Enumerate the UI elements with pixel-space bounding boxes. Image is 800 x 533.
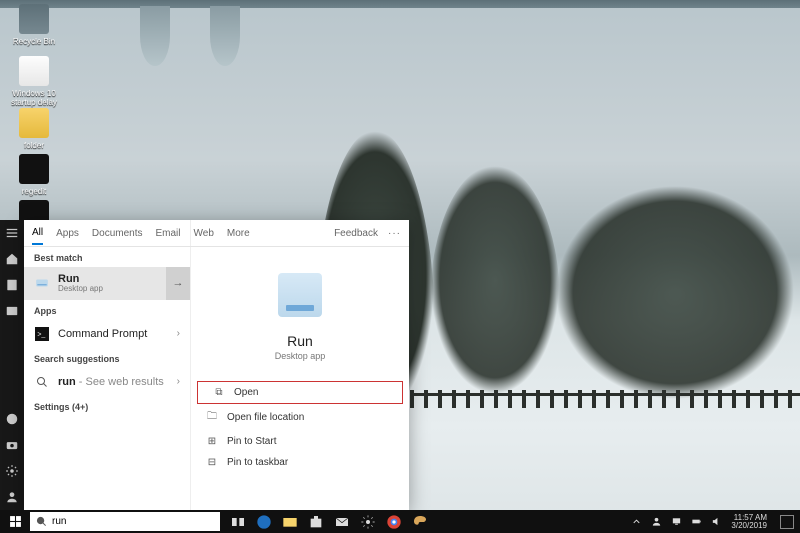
action-pin-to-taskbar[interactable]: ⊟ Pin to taskbar (191, 452, 409, 473)
taskbar-clock[interactable]: 11:57 AM 3/20/2019 (731, 514, 767, 530)
xbox-icon[interactable] (5, 412, 19, 426)
taskbar-pinned-apps (220, 514, 438, 530)
wallpaper-tree (555, 185, 795, 400)
file-icon (19, 56, 49, 86)
taskbar: 11:57 AM 3/20/2019 (0, 510, 800, 533)
suggestion-term: run (58, 376, 76, 388)
wallpaper-ice (0, 0, 800, 70)
battery-icon[interactable] (691, 516, 702, 527)
pin-icon: ⊟ (205, 457, 219, 468)
action-label: Pin to Start (227, 436, 276, 447)
terminal-icon: >_ (34, 326, 50, 342)
taskbar-search[interactable] (30, 512, 220, 531)
search-results-list: Best match Run Desktop app → Apps >_ Com… (24, 220, 190, 510)
expand-arrow-icon[interactable]: → (166, 267, 190, 300)
action-label: Open file location (227, 412, 304, 423)
desktop-icon-folder[interactable]: folder (4, 108, 64, 150)
suggestion-suffix: - See web results (76, 376, 164, 388)
section-best-match: Best match (24, 247, 190, 267)
user-icon[interactable] (5, 490, 19, 504)
people-icon[interactable] (651, 516, 662, 527)
menu-icon[interactable] (5, 226, 19, 240)
desktop-icon-recycle-bin[interactable]: Recycle Bin (4, 4, 64, 46)
action-label: Pin to taskbar (227, 457, 288, 468)
paint-icon[interactable] (412, 514, 428, 530)
chrome-icon[interactable] (386, 514, 402, 530)
terminal-icon (19, 154, 49, 184)
tab-more[interactable]: More (227, 228, 250, 239)
volume-icon[interactable] (711, 516, 722, 527)
action-label: Open (234, 387, 258, 398)
start-rail (0, 220, 24, 510)
search-icon (34, 374, 50, 390)
task-view-button[interactable] (230, 514, 246, 530)
section-apps: Apps (24, 300, 190, 320)
system-tray: 11:57 AM 3/20/2019 (625, 514, 800, 530)
run-icon (34, 275, 50, 291)
desktop-icon-label: regedit (22, 187, 46, 196)
action-open-file-location[interactable]: 🗀 Open file location (191, 404, 409, 431)
mail-icon[interactable] (334, 514, 350, 530)
action-open[interactable]: ⧉ Open (197, 381, 403, 404)
run-icon (278, 273, 322, 317)
store-icon[interactable] (308, 514, 324, 530)
result-subtitle: Desktop app (58, 285, 103, 294)
more-options-icon[interactable]: ··· (388, 228, 401, 239)
chevron-right-icon: › (177, 328, 180, 339)
tab-apps[interactable]: Apps (56, 228, 79, 239)
desktop-icon-label: Windows 10 startup delay (11, 89, 57, 107)
search-filter-tabs: All Apps Documents Email Web More Feedba… (24, 220, 409, 247)
preview-subtitle: Desktop app (275, 351, 326, 361)
clock-date: 3/20/2019 (731, 522, 767, 530)
result-run[interactable]: Run Desktop app → (24, 267, 190, 300)
svg-text:>_: >_ (37, 331, 45, 338)
camera-icon[interactable] (5, 438, 19, 452)
tab-all[interactable]: All (32, 227, 43, 245)
tray-overflow-icon[interactable] (631, 516, 642, 527)
search-preview-pane: Run Desktop app ⧉ Open 🗀 Open file locat… (190, 220, 409, 510)
tab-web[interactable]: Web (194, 228, 214, 239)
start-button[interactable] (0, 510, 30, 533)
pin-icon: ⊞ (205, 436, 219, 447)
result-title: Command Prompt (58, 328, 147, 340)
section-settings[interactable]: Settings (4+) (24, 396, 190, 416)
pictures-icon[interactable] (5, 304, 19, 318)
action-pin-to-start[interactable]: ⊞ Pin to Start (191, 431, 409, 452)
network-icon[interactable] (671, 516, 682, 527)
folder-icon (19, 108, 49, 138)
tab-documents[interactable]: Documents (92, 228, 143, 239)
wallpaper-fence (410, 390, 800, 408)
home-icon[interactable] (5, 252, 19, 266)
desktop-icon-regedit[interactable]: regedit (4, 154, 64, 196)
chevron-right-icon: › (177, 376, 180, 387)
preview-hero: Run Desktop app (275, 273, 326, 361)
folder-icon: 🗀 (205, 409, 219, 426)
desktop-icon-label: Recycle Bin (13, 37, 55, 46)
feedback-link[interactable]: Feedback (334, 228, 378, 239)
start-search-panel: All Apps Documents Email Web More Feedba… (24, 220, 409, 510)
desktop-icon-label: folder (24, 141, 44, 150)
file-explorer-icon[interactable] (282, 514, 298, 530)
search-icon (36, 516, 47, 527)
preview-title: Run (275, 333, 326, 349)
edge-icon[interactable] (256, 514, 272, 530)
wallpaper-tree (430, 165, 560, 395)
settings-icon[interactable] (5, 464, 19, 478)
result-web-run[interactable]: run - See web results › (24, 368, 190, 396)
settings-icon[interactable] (360, 514, 376, 530)
recycle-bin-icon (19, 4, 49, 34)
result-command-prompt[interactable]: >_ Command Prompt › (24, 320, 190, 348)
preview-actions: ⧉ Open 🗀 Open file location ⊞ Pin to Sta… (191, 381, 409, 473)
open-icon: ⧉ (212, 387, 226, 398)
desktop-icon-startup[interactable]: Windows 10 startup delay (4, 56, 64, 107)
action-center-icon[interactable] (780, 515, 794, 529)
section-suggestions: Search suggestions (24, 348, 190, 368)
documents-icon[interactable] (5, 278, 19, 292)
taskbar-search-input[interactable] (52, 516, 214, 527)
tab-email[interactable]: Email (156, 228, 181, 239)
